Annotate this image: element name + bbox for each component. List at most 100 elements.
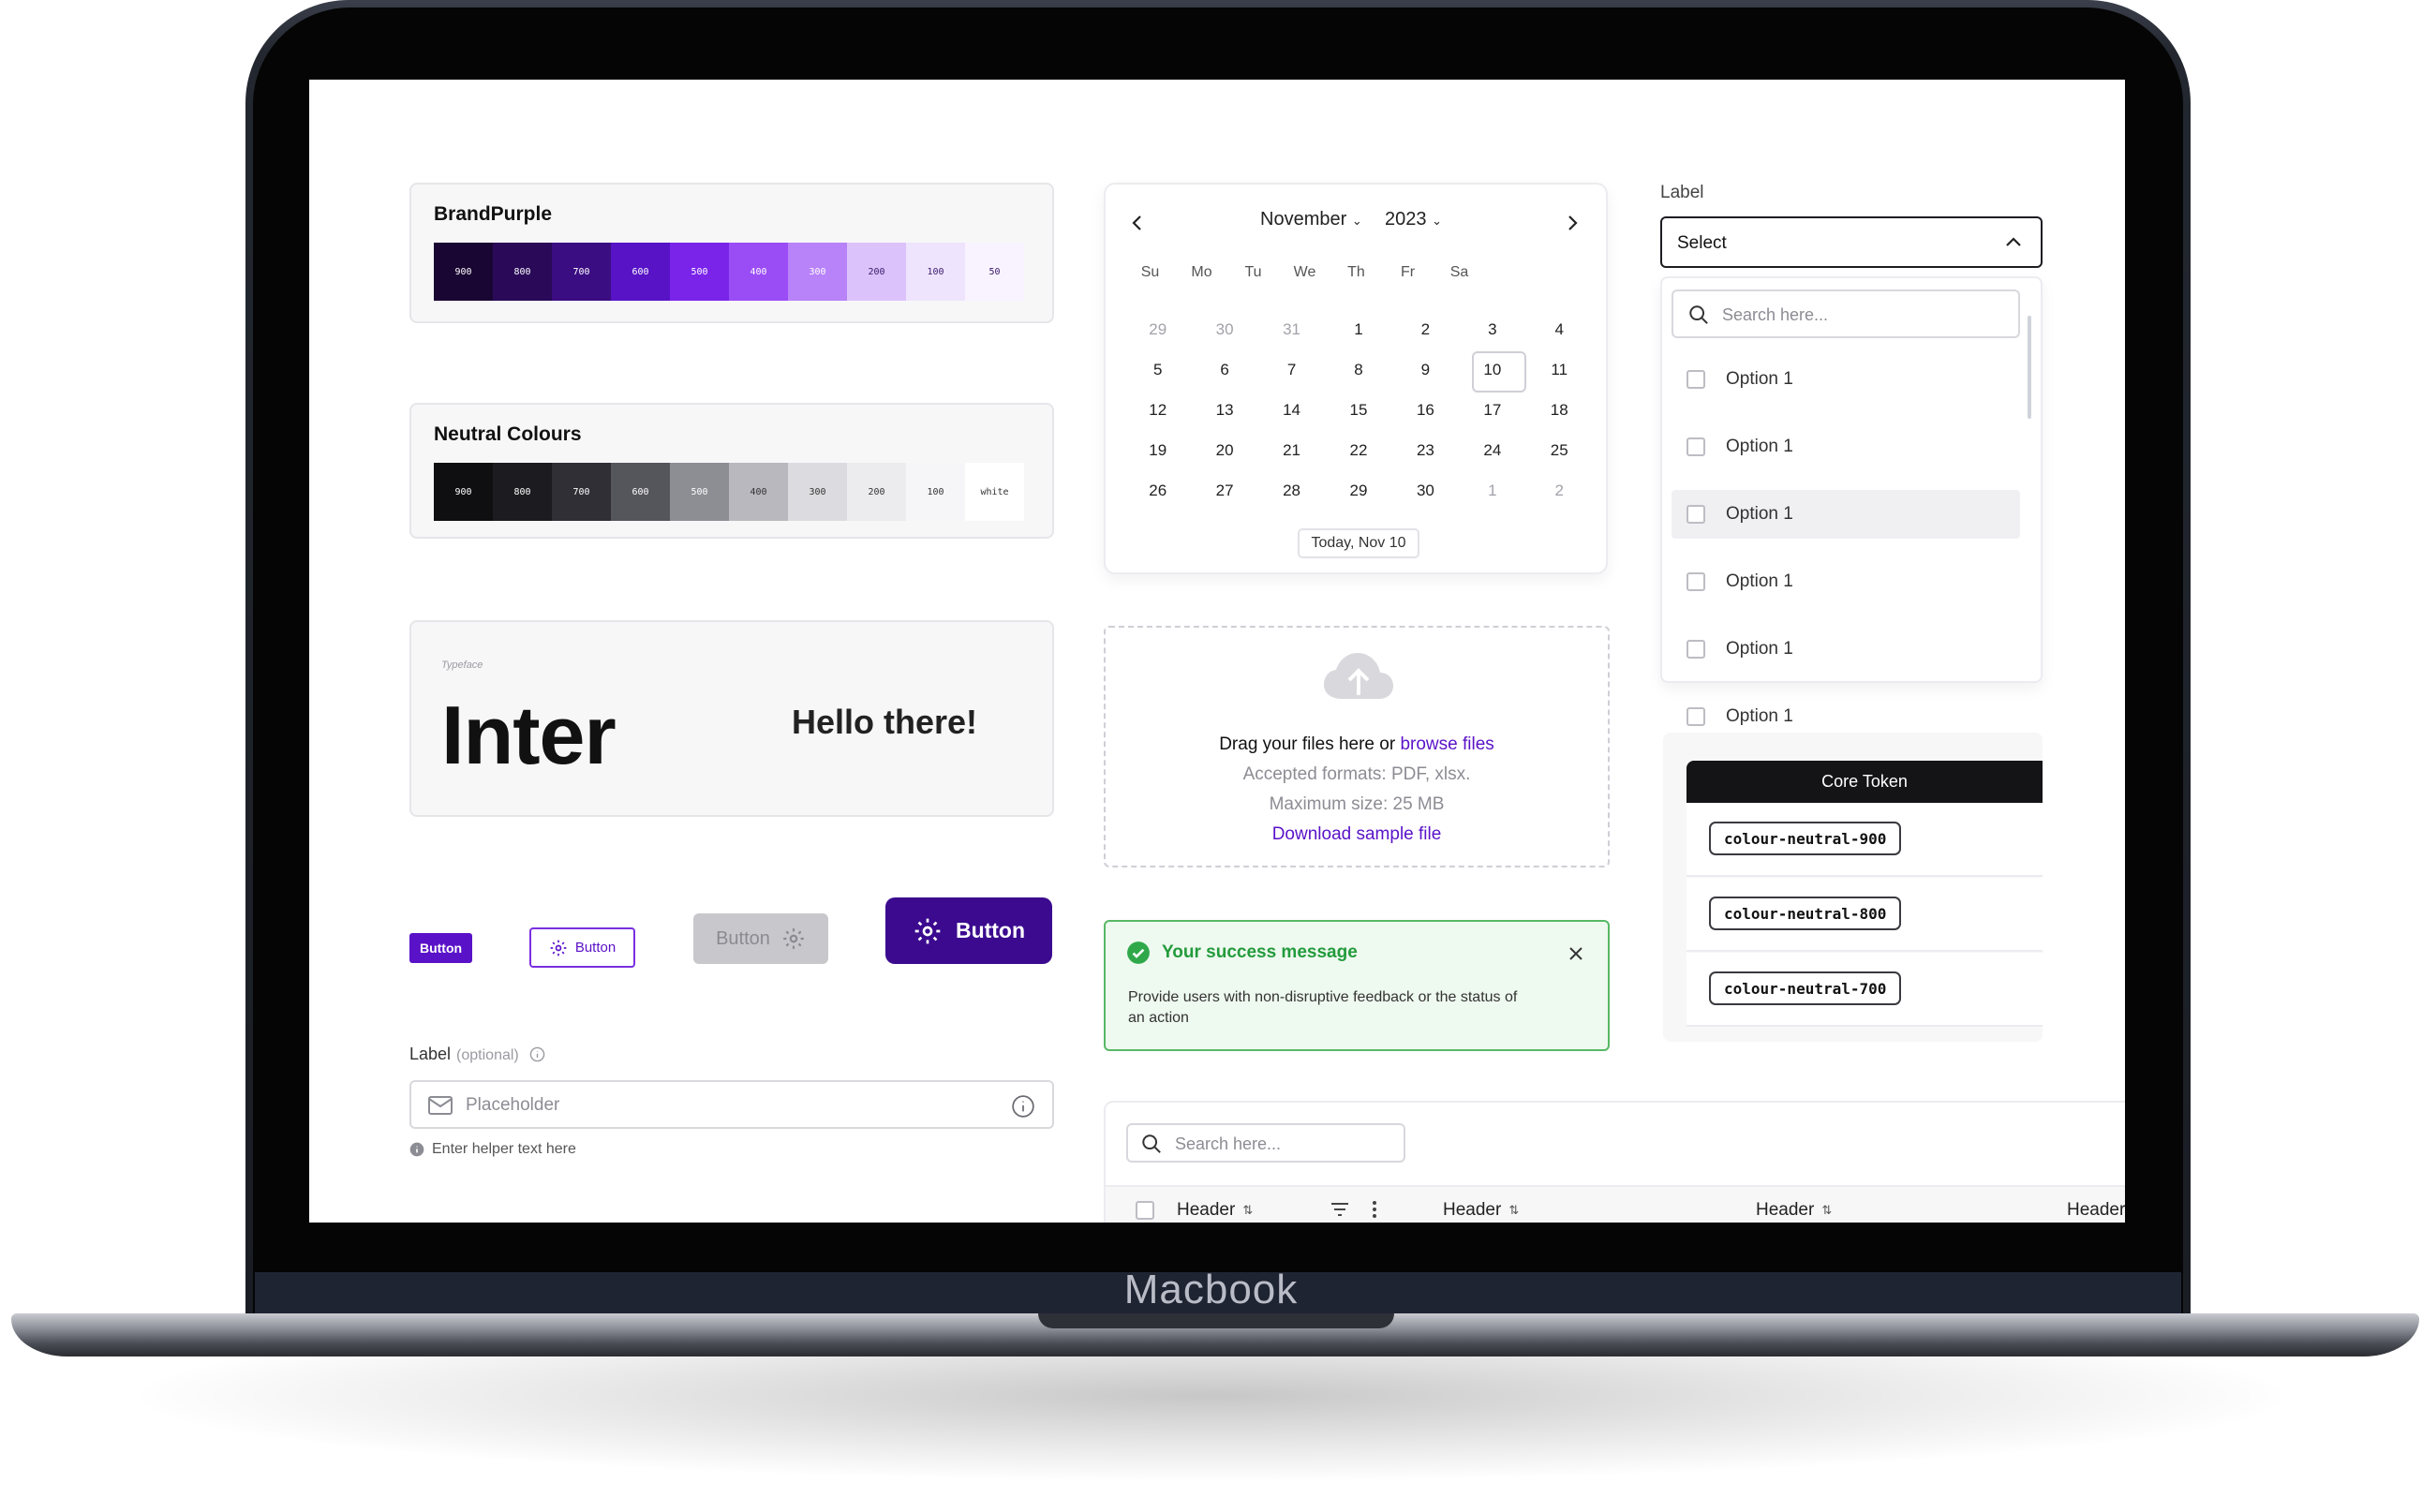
dropdown-option[interactable]: Option 1 bbox=[1672, 557, 2020, 606]
calendar-day[interactable]: 22 bbox=[1325, 432, 1391, 472]
token-chip[interactable]: colour-neutral-700 bbox=[1709, 971, 1902, 1005]
dropdown-scrollbar[interactable] bbox=[2028, 316, 2031, 419]
token-row: colour-neutral-700 bbox=[1686, 953, 2043, 1027]
calendar-day[interactable]: 8 bbox=[1325, 351, 1391, 392]
column-header[interactable]: Header ⇅ bbox=[1756, 1200, 1832, 1221]
option-checkbox[interactable] bbox=[1686, 707, 1705, 726]
cloud-upload-icon bbox=[1324, 653, 1393, 699]
close-icon[interactable] bbox=[1568, 946, 1583, 961]
helper-text-label: Enter helper text here bbox=[432, 1141, 576, 1157]
calendar-day[interactable]: 4 bbox=[1526, 311, 1593, 351]
info-icon[interactable] bbox=[1011, 1094, 1035, 1119]
today-button[interactable]: Today, Nov 10 bbox=[1298, 528, 1419, 558]
field-label-text: Label bbox=[409, 1045, 452, 1063]
download-sample-link[interactable]: Download sample file bbox=[1106, 824, 1608, 845]
sort-icon: ⇅ bbox=[1821, 1203, 1833, 1217]
month-select[interactable]: November ⌄ bbox=[1260, 209, 1362, 230]
large-button-label: Button bbox=[955, 918, 1026, 942]
calendar-grid: Su Mo Tu We Th Fr Sa 29 30 31 1 2 3 4 5 6 7 8 9 10 11 12 13 14… bbox=[1124, 264, 1593, 512]
calendar-day[interactable]: 17 bbox=[1459, 392, 1525, 432]
calendar-day[interactable]: 10 bbox=[1459, 351, 1527, 393]
calendar-day[interactable]: 2 bbox=[1392, 311, 1459, 351]
browse-files-link[interactable]: browse files bbox=[1400, 734, 1493, 754]
calendar-day[interactable]: 27 bbox=[1191, 472, 1257, 512]
calendar-day[interactable]: 2 bbox=[1526, 472, 1593, 512]
upload-formats: Accepted formats: PDF, xlsx. bbox=[1242, 764, 1471, 784]
calendar-week: 19 20 21 22 23 24 25 bbox=[1124, 432, 1593, 472]
calendar-day[interactable]: 6 bbox=[1191, 351, 1257, 392]
dropdown-search-input[interactable]: Search here... bbox=[1672, 289, 2020, 338]
calendar-day[interactable]: 25 bbox=[1526, 432, 1593, 472]
calendar-day[interactable]: 15 bbox=[1325, 392, 1391, 432]
color-swatch: 900 bbox=[434, 243, 493, 301]
calendar-day[interactable]: 20 bbox=[1191, 432, 1257, 472]
dropdown-option[interactable]: Option 1 bbox=[1672, 422, 2020, 471]
calendar-day[interactable]: 30 bbox=[1392, 472, 1459, 512]
option-checkbox[interactable] bbox=[1686, 572, 1705, 591]
upload-max-size: Maximum size: 25 MB bbox=[1269, 794, 1445, 814]
dropdown-option[interactable]: Option 1 bbox=[1672, 625, 2020, 674]
weekday-label: Th bbox=[1347, 264, 1365, 280]
calendar-day[interactable]: 1 bbox=[1459, 472, 1525, 512]
calendar-day[interactable]: 24 bbox=[1459, 432, 1525, 472]
year-select[interactable]: 2023 ⌄ bbox=[1385, 209, 1442, 230]
helper-text: Enter helper text here bbox=[409, 1141, 576, 1158]
option-checkbox[interactable] bbox=[1686, 505, 1705, 524]
token-row: colour-neutral-800 bbox=[1686, 878, 2043, 952]
calendar-day[interactable]: 7 bbox=[1258, 351, 1325, 392]
option-checkbox[interactable] bbox=[1686, 437, 1705, 456]
calendar-day[interactable]: 29 bbox=[1325, 472, 1391, 512]
calendar-day[interactable]: 11 bbox=[1526, 351, 1593, 392]
token-chip[interactable]: colour-neutral-800 bbox=[1709, 897, 1902, 930]
calendar-day[interactable]: 13 bbox=[1191, 392, 1257, 432]
chevron-right-icon[interactable] bbox=[1565, 215, 1580, 231]
option-checkbox[interactable] bbox=[1686, 640, 1705, 659]
dropdown-menu: Search here... Option 1 Option 1 Option 1 O… bbox=[1660, 276, 2043, 726]
calendar-day[interactable]: 9 bbox=[1392, 351, 1459, 392]
select-all-checkbox[interactable] bbox=[1136, 1201, 1154, 1220]
large-button[interactable]: Button bbox=[885, 897, 1052, 964]
dropdown-option[interactable]: Option 1 bbox=[1672, 355, 2020, 404]
calendar-day[interactable]: 29 bbox=[1124, 311, 1191, 351]
color-swatch: white bbox=[965, 463, 1024, 521]
calendar-day[interactable]: 23 bbox=[1392, 432, 1459, 472]
column-header[interactable]: Header ⇅ bbox=[1177, 1200, 1253, 1221]
dropdown-option[interactable]: Option 1 bbox=[1672, 490, 2020, 539]
calendar-day[interactable]: 31 bbox=[1258, 311, 1325, 351]
column-header[interactable]: Header bbox=[2067, 1200, 2125, 1221]
chevron-left-icon[interactable] bbox=[1130, 215, 1145, 231]
disabled-button-label: Button bbox=[716, 927, 770, 949]
small-button[interactable]: Button bbox=[409, 933, 472, 963]
info-icon bbox=[529, 1046, 545, 1062]
calendar-day[interactable]: 3 bbox=[1459, 311, 1525, 351]
dropdown-value: Select bbox=[1677, 233, 1727, 253]
column-header[interactable]: Header ⇅ bbox=[1443, 1200, 1519, 1221]
filter-icon[interactable] bbox=[1330, 1202, 1349, 1217]
calendar-day[interactable]: 14 bbox=[1258, 392, 1325, 432]
outline-button[interactable]: Button bbox=[529, 927, 635, 968]
calendar-day[interactable]: 19 bbox=[1124, 432, 1191, 472]
field-label: Label (optional) bbox=[409, 1045, 545, 1064]
dropdown-select[interactable]: Select bbox=[1660, 216, 2043, 268]
calendar-day[interactable]: 21 bbox=[1258, 432, 1325, 472]
color-swatch: 800 bbox=[493, 463, 552, 521]
table-search-input[interactable]: Search here... bbox=[1126, 1123, 1405, 1163]
swatch-row: 900 800 700 600 500 400 300 200 100 50 bbox=[434, 243, 1024, 301]
calendar-day[interactable]: 16 bbox=[1392, 392, 1459, 432]
token-chip[interactable]: colour-neutral-900 bbox=[1709, 822, 1902, 855]
calendar-day[interactable]: 5 bbox=[1124, 351, 1191, 392]
calendar-day[interactable]: 30 bbox=[1191, 311, 1257, 351]
calendar-day[interactable]: 12 bbox=[1124, 392, 1191, 432]
calendar-day[interactable]: 1 bbox=[1325, 311, 1391, 351]
calendar-day[interactable]: 26 bbox=[1124, 472, 1191, 512]
color-swatch: 400 bbox=[729, 243, 788, 301]
success-alert: Your success message Provide users with … bbox=[1104, 920, 1610, 1051]
date-picker: November ⌄ 2023 ⌄ Su Mo Tu We Th Fr Sa 29 30 31 1… bbox=[1104, 183, 1608, 574]
calendar-day[interactable]: 18 bbox=[1526, 392, 1593, 432]
calendar-day[interactable]: 28 bbox=[1258, 472, 1325, 512]
email-field[interactable]: Placeholder bbox=[409, 1080, 1054, 1129]
file-upload-dropzone[interactable]: Drag your files here or browse files Acc… bbox=[1104, 626, 1610, 867]
more-vertical-icon[interactable] bbox=[1372, 1200, 1377, 1219]
color-swatch: 300 bbox=[788, 463, 847, 521]
option-checkbox[interactable] bbox=[1686, 370, 1705, 389]
